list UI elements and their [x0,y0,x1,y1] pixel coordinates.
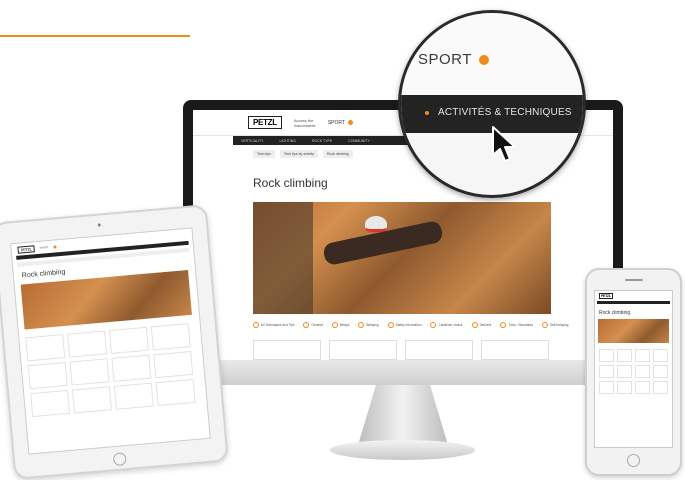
sport-dot-icon [347,120,353,125]
tablet-hero-image [20,269,192,330]
technique-tile[interactable] [481,340,549,360]
magnified-sport-menu[interactable]: SPORT [418,51,489,68]
phone-header: PETZL [595,291,672,301]
technique-tile[interactable] [67,330,108,358]
nav-item[interactable]: LIGHTING [280,139,297,143]
monitor-chin [183,360,623,385]
petzl-logo[interactable]: PETZL [17,244,36,254]
phone-hero-image [598,319,669,343]
climber-helmet [365,216,387,232]
tablet-screen: PETZL SPORT Rock climbing [10,227,211,455]
filter-option[interactable]: All Techniques and Tips [253,322,294,328]
monitor-base [330,440,475,460]
breadcrumb-item[interactable]: Tech tips [253,150,275,158]
sport-menu[interactable]: SPORT [328,120,353,126]
zoom-magnifier: SPORT ACTIVITÉS & TECHNIQUES [398,10,586,198]
technique-tile[interactable] [153,351,194,379]
filter-option[interactable]: Belays [332,322,350,328]
activities-techniques-link[interactable]: ACTIVITÉS & TECHNIQUES [425,107,572,118]
technique-tile[interactable] [653,381,668,394]
filter-option[interactable]: Belaying [358,322,378,328]
technique-tile[interactable] [30,389,71,418]
pointer-cursor-icon [492,126,516,162]
logo-tagline: Access the inaccessible [293,117,316,128]
tablet-technique-grid [25,322,206,418]
technique-tiles [253,340,549,360]
nav-item[interactable]: COMMUNITY [348,139,370,143]
technique-tile[interactable] [617,349,632,362]
technique-tile[interactable] [599,381,614,394]
sport-dot-icon [478,54,489,65]
technique-tile[interactable] [653,349,668,362]
filter-bar: All Techniques and Tips General Belays B… [253,322,568,328]
monitor-stand [358,385,448,445]
technique-tile[interactable] [27,361,68,390]
technique-tile[interactable] [635,365,650,378]
breadcrumb-item[interactable]: Rock climbing [322,150,353,158]
technique-tile[interactable] [253,340,321,360]
technique-tile[interactable] [108,326,149,354]
technique-tile[interactable] [113,382,154,410]
nav-item[interactable]: VERTICALITY [241,139,264,143]
magnified-sport-label: SPORT [418,51,472,68]
technique-tile[interactable] [653,365,668,378]
bullet-dot-icon [425,110,429,115]
filter-option[interactable]: Carabiner choice [430,322,462,328]
nav-item[interactable]: ROCK TYPE [312,139,332,143]
tablet-sport-label[interactable]: SPORT [40,246,49,250]
petzl-logo[interactable]: PETZL [599,293,613,299]
decorative-orange-rule [0,35,190,37]
technique-tile[interactable] [635,381,650,394]
filter-option[interactable]: Self-belaying [542,322,568,328]
phone-home-button[interactable] [627,454,640,467]
technique-tile[interactable] [405,340,473,360]
sport-label: SPORT [327,119,345,126]
filter-option[interactable]: Descent [472,322,492,328]
phone-nav [597,301,670,304]
phone-speaker [625,279,643,281]
technique-tile[interactable] [599,365,614,378]
filter-option[interactable]: Tools / Standards [500,322,533,328]
technique-tile[interactable] [69,358,110,386]
tablet-camera [97,223,101,227]
rock-shadow [253,202,313,314]
phone-technique-grid [599,349,672,394]
technique-tile[interactable] [617,365,632,378]
activities-label: ACTIVITÉS & TECHNIQUES [438,107,572,118]
tablet-home-button[interactable] [112,452,127,467]
phone-device: PETZL Rock climbing [585,268,682,476]
sport-dot-icon [53,244,57,249]
phone-page-title: Rock climbing [599,310,631,316]
technique-tile[interactable] [599,349,614,362]
technique-tile[interactable] [111,354,152,382]
technique-tile[interactable] [617,381,632,394]
technique-tile[interactable] [25,334,66,362]
technique-tile[interactable] [155,378,196,407]
tablet-device: PETZL SPORT Rock climbing [0,204,229,480]
technique-tile[interactable] [329,340,397,360]
page-title: Rock climbing [253,176,328,190]
technique-tile[interactable] [635,349,650,362]
filter-option[interactable]: Safety Information [388,322,422,328]
filter-option[interactable]: General [303,322,322,328]
phone-screen: PETZL Rock climbing [594,290,673,448]
technique-tile[interactable] [150,323,191,351]
breadcrumb-item[interactable]: Tech tips by activity [279,150,318,158]
hero-climbing-image [253,202,551,314]
petzl-logo[interactable]: PETZL [248,116,282,129]
technique-tile[interactable] [71,386,112,414]
